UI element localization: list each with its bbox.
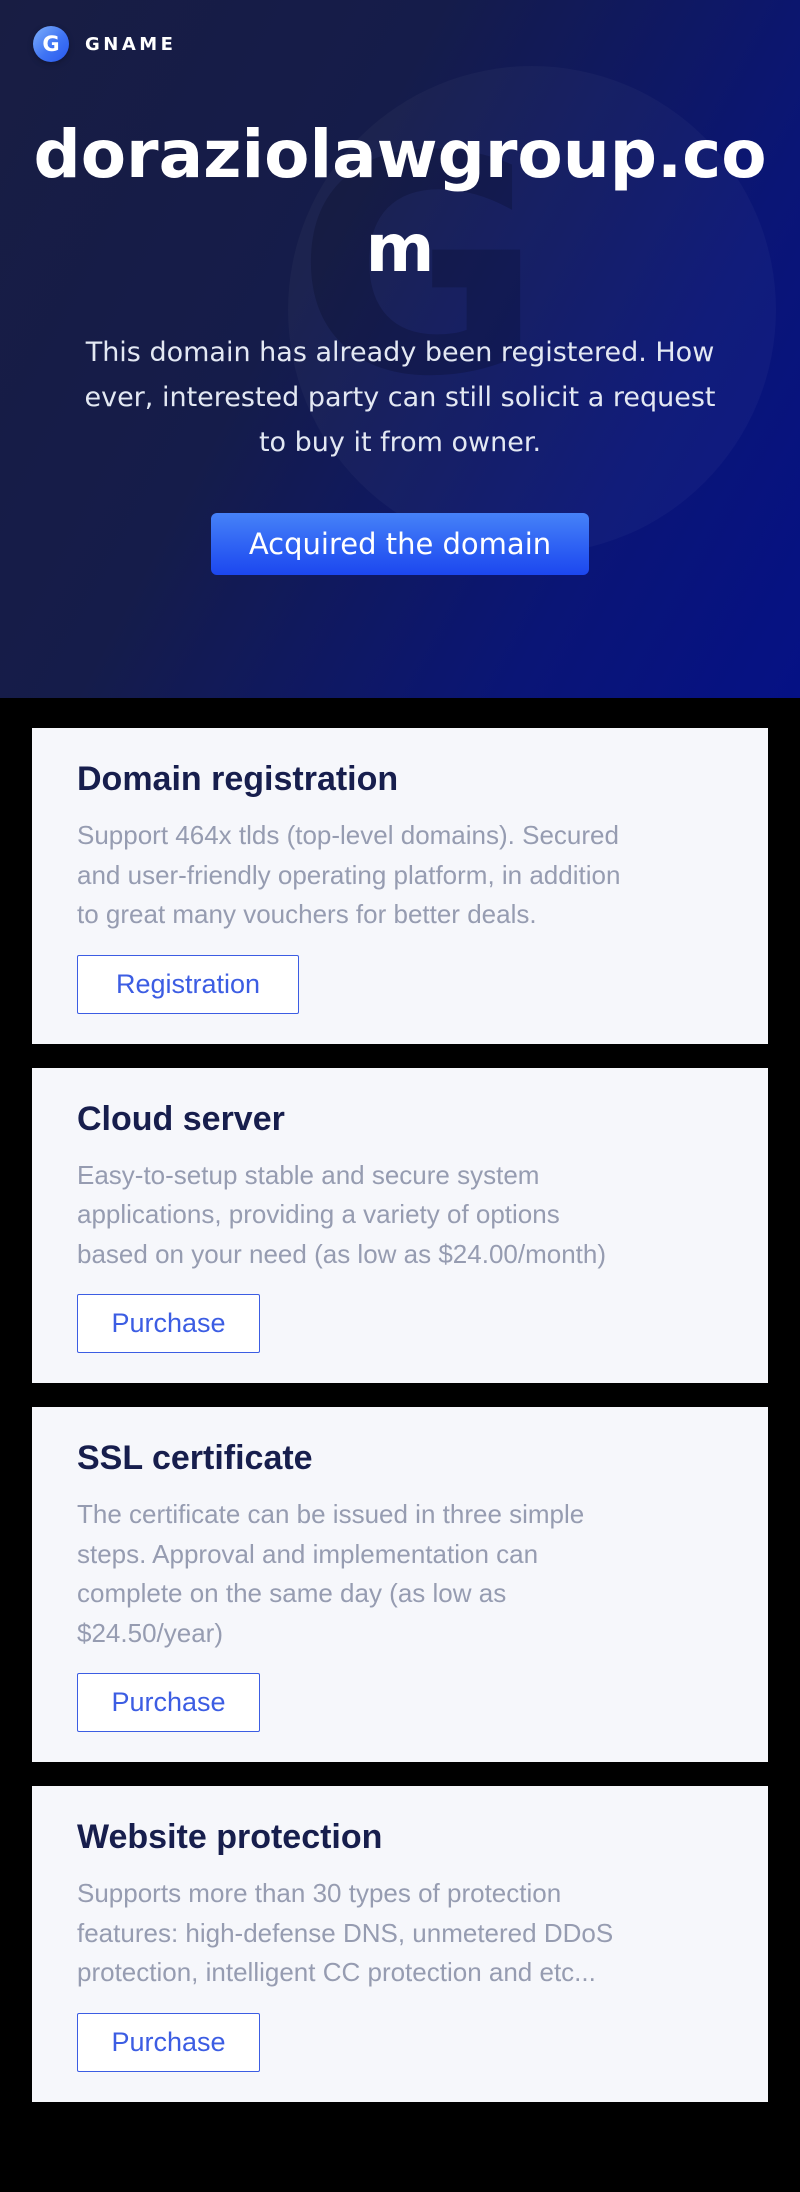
hero-section: G G GNAME doraziolawgroup.co m This doma… (0, 0, 800, 698)
services-section: Domain registration Support 464x tlds (t… (0, 698, 800, 2102)
domain-title: doraziolawgroup.co m (0, 0, 800, 296)
purchase-button-ssl-certificate[interactable]: Purchase (77, 1673, 260, 1732)
card-description: Support 464x tlds (top-level domains). S… (77, 816, 723, 935)
card-description: Supports more than 30 types of protectio… (77, 1874, 723, 1993)
card-description: Easy-to-setup stable and secure system a… (77, 1156, 723, 1275)
card-title: Website protection (77, 1820, 723, 1854)
card-title: Domain registration (77, 762, 723, 796)
card-description: The certificate can be issued in three s… (77, 1495, 723, 1653)
service-card-domain-registration: Domain registration Support 464x tlds (t… (32, 728, 768, 1044)
service-card-cloud-server: Cloud server Easy-to-setup stable and se… (32, 1068, 768, 1384)
service-card-ssl-certificate: SSL certificate The certificate can be i… (32, 1407, 768, 1762)
purchase-button-cloud-server[interactable]: Purchase (77, 1294, 260, 1353)
acquired-domain-button[interactable]: Acquired the domain (211, 513, 589, 575)
card-title: SSL certificate (77, 1441, 723, 1475)
registration-button[interactable]: Registration (77, 955, 299, 1014)
service-card-website-protection: Website protection Supports more than 30… (32, 1786, 768, 2102)
purchase-button-website-protection[interactable]: Purchase (77, 2013, 260, 2072)
hero-description: This domain has already been registered.… (40, 330, 760, 465)
card-title: Cloud server (77, 1102, 723, 1136)
